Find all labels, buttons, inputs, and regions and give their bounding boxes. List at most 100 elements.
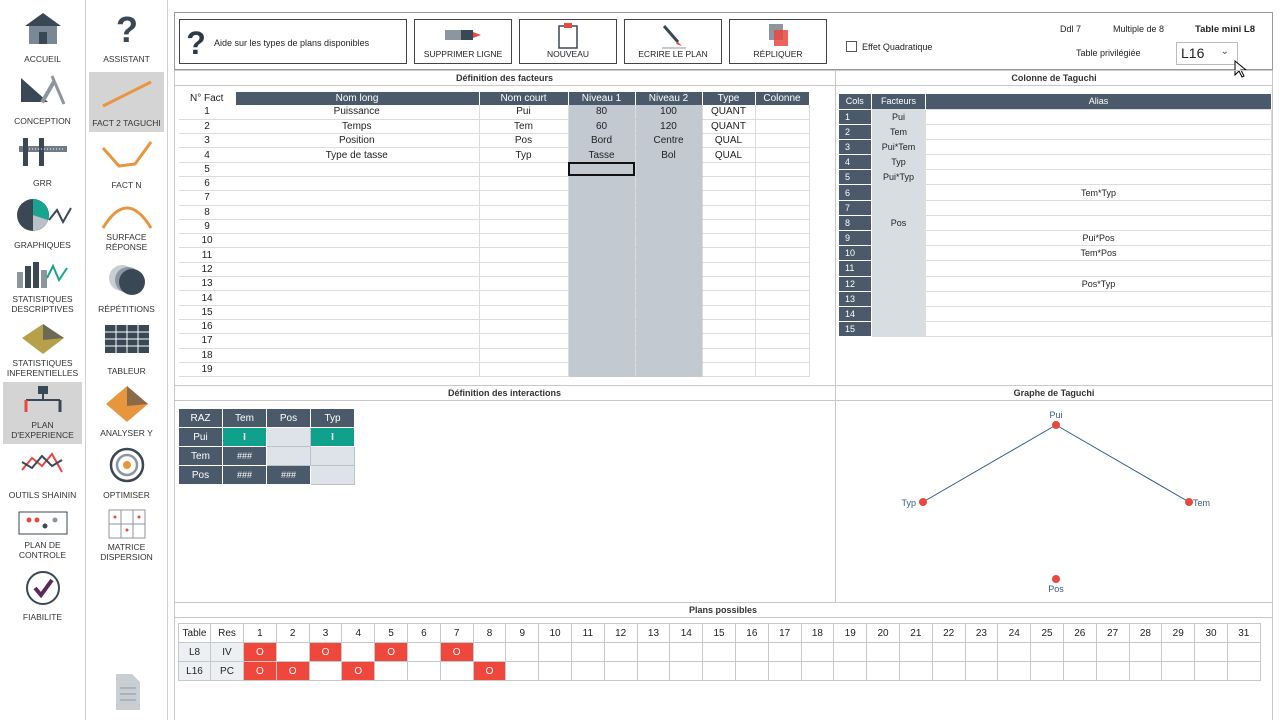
taguchi-factor-cell[interactable] (871, 184, 926, 201)
factor-cell[interactable] (635, 205, 703, 220)
plan-cell[interactable]: O (308, 642, 343, 662)
taguchi-factor-cell[interactable]: Tem (871, 123, 926, 140)
factor-cell[interactable] (235, 305, 480, 320)
plan-cell[interactable] (1226, 642, 1261, 662)
plan-cell[interactable] (833, 661, 868, 681)
plan-cell[interactable] (669, 642, 704, 662)
sidebar-item-grr[interactable]: GRR (3, 132, 82, 192)
factor-cell[interactable] (702, 205, 756, 220)
factors-header-cell[interactable]: Niveau 2 (635, 92, 703, 105)
factor-cell[interactable] (635, 305, 703, 320)
factor-cell[interactable] (755, 348, 810, 363)
factors-header-cell[interactable]: Type (702, 92, 756, 105)
plan-cell[interactable] (636, 661, 671, 681)
sidebar-item-fact2-taguchi[interactable]: FACT 2 TAGUCHI (89, 72, 164, 132)
plan-cell[interactable] (1194, 661, 1228, 681)
plan-cell[interactable] (702, 642, 736, 662)
sidebar-item-shainin[interactable]: OUTILS SHAININ (3, 446, 82, 504)
plan-cell[interactable] (1030, 661, 1064, 681)
taguchi-factor-cell[interactable] (871, 275, 926, 292)
plan-table-name[interactable]: L8 (178, 642, 211, 662)
plan-cell[interactable] (964, 642, 999, 662)
graph-node[interactable] (1052, 575, 1060, 583)
plan-cell[interactable] (898, 642, 933, 662)
plan-cell[interactable]: O (472, 661, 507, 681)
factor-cell[interactable] (635, 319, 703, 335)
sidebar-item-stat-inf[interactable]: STATISTIQUES INFERENTIELLES (3, 320, 82, 382)
factor-cell[interactable] (568, 205, 636, 220)
factor-cell[interactable] (702, 290, 756, 306)
factor-cell[interactable] (635, 333, 703, 349)
factor-cell[interactable]: 120 (635, 119, 703, 135)
replicate-button[interactable]: RÉPLIQUER (729, 19, 827, 64)
taguchi-factor-cell[interactable] (871, 290, 926, 307)
factor-cell[interactable] (235, 205, 480, 220)
plan-cell[interactable]: O (243, 661, 277, 681)
factor-cell[interactable]: Bol (635, 147, 703, 163)
taguchi-factor-cell[interactable]: Pui*Typ (871, 169, 926, 186)
plan-cell[interactable] (1161, 661, 1196, 681)
taguchi-factor-cell[interactable] (871, 245, 926, 262)
factor-cell[interactable] (479, 219, 569, 235)
plan-cell[interactable] (1194, 642, 1228, 662)
sidebar-item-fact-n[interactable]: FACT N (89, 134, 164, 194)
plan-cell[interactable] (898, 661, 933, 681)
factor-cell[interactable] (702, 190, 756, 206)
plan-row[interactable]: L16 PC O O O O (178, 661, 1261, 681)
factor-cell[interactable] (702, 176, 756, 192)
help-button[interactable]: ? Aide sur les types de plans disponible… (179, 19, 407, 64)
factor-cell[interactable] (479, 162, 569, 177)
factor-cell[interactable] (755, 290, 810, 306)
plan-cell[interactable] (275, 642, 310, 662)
plan-cell[interactable]: O (341, 661, 376, 681)
factor-cell[interactable] (702, 219, 756, 235)
plan-cell[interactable] (734, 661, 769, 681)
factor-cell[interactable] (235, 290, 480, 306)
factor-cell[interactable] (755, 176, 810, 192)
factor-cell[interactable] (568, 276, 636, 292)
plan-cell[interactable] (800, 642, 835, 662)
factor-cell[interactable] (479, 262, 569, 278)
factor-cell[interactable] (755, 333, 810, 349)
factor-cell[interactable] (755, 105, 810, 120)
plan-cell[interactable] (767, 642, 802, 662)
factor-cell[interactable] (568, 247, 636, 263)
factor-cell[interactable]: Position (235, 133, 480, 149)
factor-cell[interactable] (635, 162, 703, 177)
factors-header-cell[interactable]: Colonne (755, 92, 810, 105)
factors-header-cell[interactable]: N° Fact (179, 92, 236, 105)
factor-cell[interactable] (702, 233, 756, 249)
factor-cell[interactable] (702, 319, 756, 335)
plan-cell[interactable] (538, 661, 572, 681)
factor-cell[interactable] (635, 247, 703, 263)
factor-cell[interactable] (568, 262, 636, 278)
sidebar-item-accueil[interactable]: ACCUEIL (3, 8, 82, 68)
factor-cell[interactable]: Bord (568, 133, 636, 149)
factor-cell[interactable] (755, 133, 810, 149)
factor-cell[interactable] (702, 162, 756, 177)
factor-cell[interactable]: Pos (479, 133, 569, 149)
graph-node[interactable] (919, 498, 927, 506)
factor-cell[interactable] (479, 290, 569, 306)
plan-cell[interactable] (1095, 661, 1130, 681)
factor-cell[interactable] (568, 162, 636, 177)
factor-cell[interactable] (235, 333, 480, 349)
taguchi-factor-cell[interactable] (871, 199, 926, 216)
factor-cell[interactable] (568, 319, 636, 335)
plan-cell[interactable] (833, 642, 868, 662)
plan-cell[interactable] (669, 661, 704, 681)
plan-cell[interactable] (406, 642, 441, 662)
reset-interactions-button[interactable]: RAZ (178, 408, 223, 428)
plan-cell[interactable] (1030, 642, 1064, 662)
factor-cell[interactable] (479, 233, 569, 249)
plan-cell[interactable] (603, 642, 638, 662)
interaction-cell[interactable]: I (222, 427, 267, 447)
sidebar-item-matrice-dispersion[interactable]: MATRICE DISPERSION (89, 506, 164, 566)
factor-cell[interactable] (702, 362, 756, 378)
factor-cell[interactable] (235, 247, 480, 263)
plan-cell[interactable] (702, 661, 736, 681)
factor-cell[interactable] (479, 348, 569, 363)
write-plan-button[interactable]: ECRIRE LE PLAN (624, 19, 722, 64)
factor-cell[interactable] (635, 233, 703, 249)
sidebar-item-graphiques[interactable]: GRAPHIQUES (3, 194, 82, 254)
